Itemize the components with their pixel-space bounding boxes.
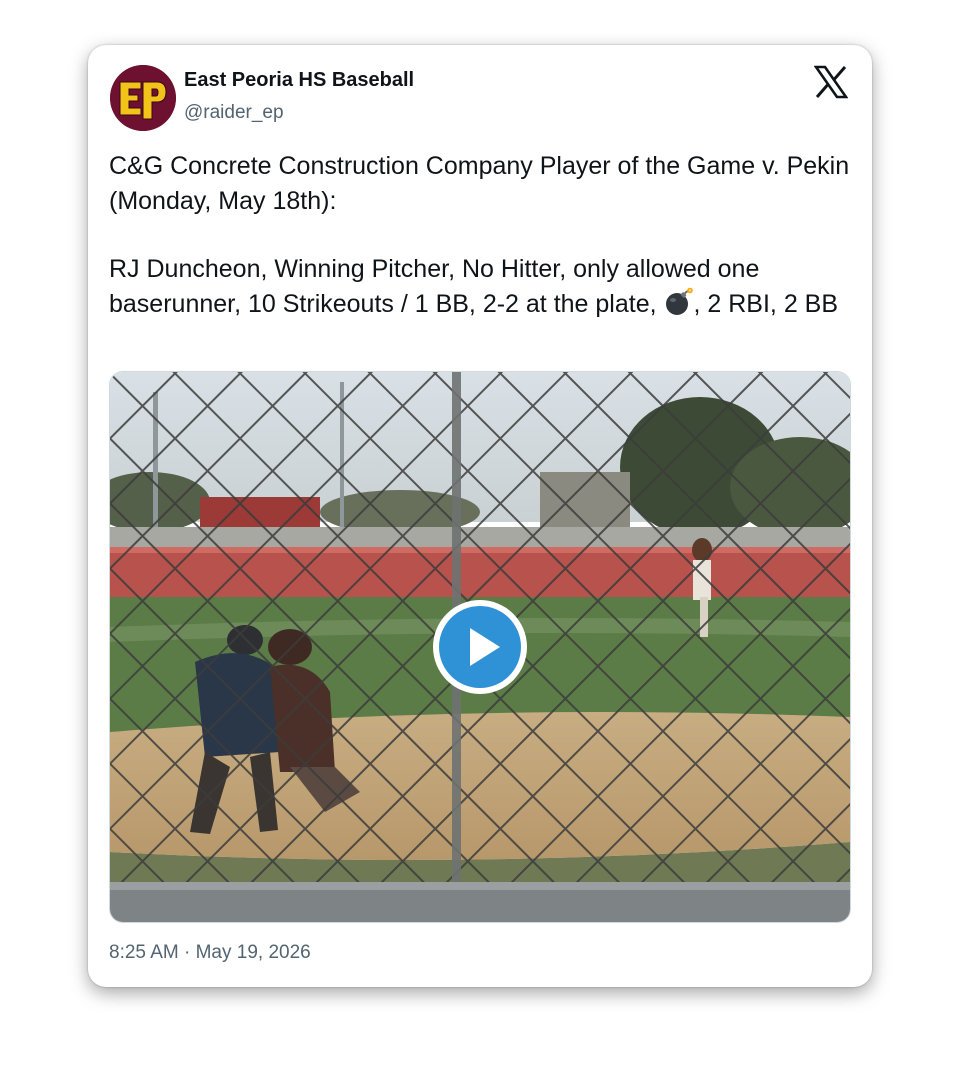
play-icon: [439, 606, 521, 688]
tweet-card: East Peoria HS Baseball @raider_ep C&G C…: [88, 45, 872, 987]
author-avatar[interactable]: [110, 65, 176, 131]
tweet-text: C&G Concrete Construction Company Player…: [109, 149, 854, 321]
author-name[interactable]: East Peoria HS Baseball: [184, 69, 414, 92]
timestamp-separator: ·: [178, 942, 196, 963]
tweet-paragraph-1: C&G Concrete Construction Company Player…: [109, 152, 850, 215]
tweet-text-segment: RJ Duncheon, Winning Pitcher, No Hitter,…: [109, 255, 760, 318]
video-player[interactable]: [109, 371, 851, 923]
bomb-icon: [664, 287, 694, 317]
ep-logo: [110, 65, 176, 131]
tweet-paragraph-2: RJ Duncheon, Winning Pitcher, No Hitter,…: [109, 252, 854, 321]
timestamp-date: May 19, 2026: [195, 942, 311, 963]
timestamp-time: 8:25 AM: [109, 942, 179, 963]
play-button[interactable]: [433, 600, 527, 694]
tweet-text-segment: , 2 RBI, 2 BB: [693, 289, 839, 318]
x-logo-icon[interactable]: [813, 65, 849, 99]
author-handle[interactable]: @raider_ep: [184, 102, 284, 124]
tweet-timestamp[interactable]: 8:25 AM · May 19, 2026: [109, 942, 311, 964]
